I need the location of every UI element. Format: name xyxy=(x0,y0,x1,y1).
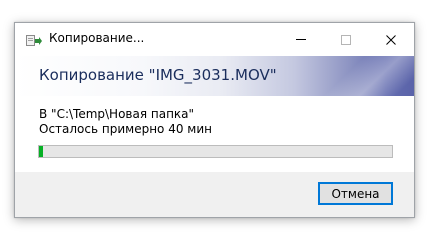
dialog-footer: Отмена xyxy=(15,172,414,217)
operation-banner: Копирование "IMG_3031.MOV" xyxy=(15,56,414,96)
close-button[interactable] xyxy=(368,23,413,56)
window-title: Копирование... xyxy=(49,31,145,45)
time-remaining-text: Осталось примерно 40 мин xyxy=(39,122,212,136)
close-icon xyxy=(385,34,396,45)
progress-fill xyxy=(39,146,43,157)
progress-bar xyxy=(38,145,393,158)
destination-text: В "C:\Temp\Новая папка" xyxy=(39,107,195,121)
copy-files-icon xyxy=(26,33,42,47)
cancel-button[interactable]: Отмена xyxy=(318,182,393,205)
minimize-button[interactable] xyxy=(278,23,323,56)
banner-title: Копирование "IMG_3031.MOV" xyxy=(39,66,277,84)
minimize-icon xyxy=(295,39,306,40)
maximize-icon xyxy=(340,34,351,45)
title-bar[interactable]: Копирование... xyxy=(15,23,414,56)
copy-info: В "C:\Temp\Новая папка" Осталось примерн… xyxy=(39,107,212,137)
maximize-button[interactable] xyxy=(323,23,368,56)
copy-dialog: Копирование... Копирование "IMG_3031.MOV… xyxy=(14,22,415,218)
